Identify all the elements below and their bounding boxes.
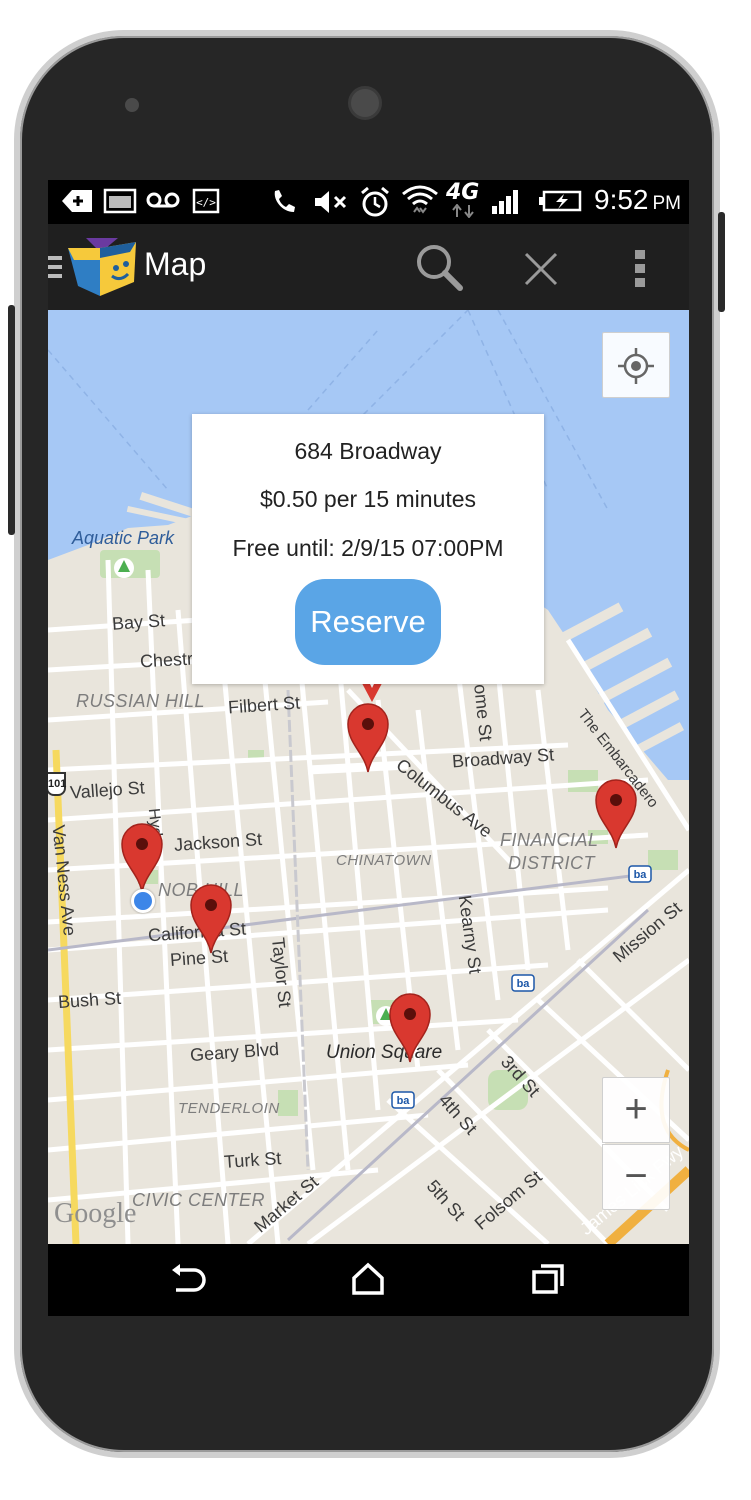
status-bar: </> 4G 9:52 PM — [48, 180, 689, 224]
route-101-shield: 101 — [48, 772, 66, 796]
my-location-button[interactable] — [602, 332, 670, 398]
parking-pin[interactable] — [189, 883, 233, 955]
label-russian-hill: RUSSIAN HILL — [76, 691, 206, 711]
zoom-out-button[interactable]: − — [602, 1144, 670, 1210]
label-bay-st: Bay St — [111, 610, 166, 634]
voicemail-icon — [146, 192, 180, 208]
my-location-dot — [131, 889, 155, 913]
google-logo: Google — [54, 1198, 137, 1229]
info-window: 684 Broadway $0.50 per 15 minutes Free u… — [192, 414, 544, 684]
wifi-icon — [402, 185, 438, 214]
status-time: 9:52 PM — [594, 184, 681, 216]
power-button — [718, 212, 725, 312]
home-icon[interactable] — [350, 1262, 386, 1296]
label-tenderloin: TENDERLOIN — [178, 1100, 280, 1117]
app-logo[interactable] — [66, 236, 138, 298]
developer-code-icon: </> — [192, 188, 220, 214]
proximity-sensor — [125, 98, 139, 112]
network-type: 4G — [446, 180, 480, 205]
label-civic-center: CIVIC CENTER — [132, 1190, 266, 1210]
overflow-menu-icon[interactable] — [634, 248, 646, 288]
page-title: Map — [144, 246, 207, 282]
label-chestnut: Chestr — [139, 648, 194, 672]
back-icon[interactable] — [170, 1264, 208, 1298]
time-value: 9:52 — [594, 184, 649, 215]
search-icon[interactable] — [414, 242, 466, 294]
svg-text:ba: ba — [397, 1095, 411, 1107]
volume-button — [8, 305, 15, 535]
signal-icon — [492, 190, 518, 214]
popup-address: 684 Broadway — [294, 438, 442, 464]
time-ampm: PM — [652, 193, 682, 214]
crosshair-icon — [618, 348, 654, 384]
battery-charging-icon — [539, 190, 582, 212]
call-icon — [274, 190, 295, 212]
navigation-bar — [48, 1244, 689, 1316]
svg-text:ba: ba — [517, 978, 531, 990]
front-camera — [348, 86, 382, 120]
popup-rate: $0.50 per 15 minutes — [259, 486, 477, 512]
data-arrows-icon — [452, 204, 474, 218]
parking-pin[interactable] — [594, 778, 638, 850]
recents-icon[interactable] — [530, 1262, 566, 1296]
close-icon[interactable] — [522, 250, 560, 288]
parking-pin[interactable] — [346, 702, 390, 774]
image-icon — [103, 188, 137, 214]
label-financial-district-1: FINANCIAL — [500, 830, 599, 850]
alarm-icon — [361, 186, 389, 217]
label-turk-st: Turk St — [223, 1148, 282, 1172]
reserve-button[interactable]: Reserve — [295, 579, 441, 665]
popup-free-until: Free until: 2/9/15 07:00PM — [232, 535, 504, 561]
action-bar: Map — [48, 224, 689, 310]
parking-pin[interactable] — [388, 992, 432, 1064]
add-notification-icon — [62, 190, 92, 212]
svg-text:</>: </> — [196, 196, 216, 209]
zoom-in-button[interactable]: + — [602, 1077, 670, 1143]
svg-text:ba: ba — [634, 869, 648, 881]
parking-pin[interactable] — [120, 822, 164, 894]
label-financial-district-2: DISTRICT — [508, 853, 595, 873]
map-view[interactable]: ba ba ba 101 Aquatic Park Bay St Chestr … — [48, 310, 689, 1244]
menu-icon[interactable] — [48, 254, 62, 280]
label-aquatic-park: Aquatic Park — [72, 528, 175, 548]
label-chinatown: CHINATOWN — [336, 852, 432, 869]
screen: </> 4G 9:52 PM Map ba ba ba 101 Aquatic … — [48, 180, 689, 1316]
label-bush-st: Bush St — [57, 987, 122, 1013]
mute-icon — [315, 191, 347, 213]
